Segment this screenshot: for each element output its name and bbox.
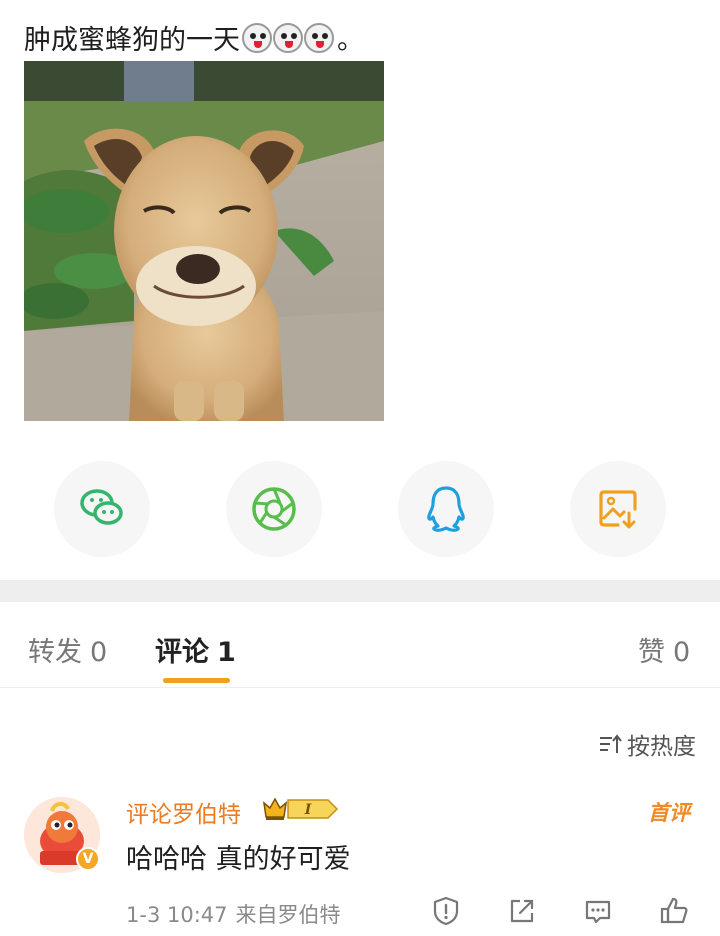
share-comment-icon[interactable] bbox=[506, 895, 538, 927]
moments-icon bbox=[252, 487, 296, 531]
save-image-icon bbox=[599, 490, 637, 529]
post-text: 肿成蜜蜂狗的一天 。 bbox=[24, 18, 364, 57]
comment-source: 来自罗伯特 bbox=[235, 903, 341, 927]
comment-meta: 1-3 10:47 来自罗伯特 bbox=[126, 899, 341, 929]
wechat-share-button[interactable] bbox=[54, 461, 150, 557]
sort-button[interactable]: 按热度 bbox=[599, 727, 696, 761]
tab-repost-count: 0 bbox=[90, 637, 108, 668]
emoji-row bbox=[242, 22, 335, 53]
save-image-button[interactable] bbox=[570, 461, 666, 557]
share-row bbox=[0, 461, 720, 557]
post-image[interactable] bbox=[24, 61, 384, 421]
report-icon[interactable] bbox=[430, 895, 462, 927]
comment-username[interactable]: 评论罗伯特 bbox=[126, 795, 241, 829]
tab-comment[interactable]: 评论 1 bbox=[155, 630, 236, 669]
comment-text: 哈哈哈 真的好可爱 bbox=[126, 844, 351, 875]
tab-comment-count: 1 bbox=[217, 637, 236, 668]
tab-like-label: 赞 bbox=[638, 637, 665, 668]
qq-icon bbox=[427, 486, 465, 532]
comment-item: V 评论罗伯特 I 首评 哈哈哈 真的好可爱 1-3 10:47 来自罗伯特 bbox=[0, 795, 720, 936]
tab-like-count: 0 bbox=[673, 637, 691, 668]
moments-share-button[interactable] bbox=[226, 461, 322, 557]
first-comment-tag: 首评 bbox=[648, 801, 690, 825]
comment-time: 1-3 10:47 bbox=[126, 903, 228, 927]
verified-badge: V bbox=[76, 847, 100, 871]
post-text-content: 肿成蜜蜂狗的一天 bbox=[24, 25, 240, 56]
tab-bar: 转发 0 评论 1 赞0 bbox=[0, 602, 720, 688]
doge-tongue-emoji-icon bbox=[242, 22, 272, 53]
tab-repost-label: 转发 bbox=[28, 637, 82, 668]
doge-tongue-emoji-icon bbox=[304, 22, 334, 53]
wechat-icon bbox=[80, 489, 123, 525]
puppy-photo bbox=[24, 61, 384, 421]
qq-share-button[interactable] bbox=[398, 461, 494, 557]
doge-tongue-emoji-icon bbox=[273, 22, 303, 53]
active-tab-indicator bbox=[163, 678, 230, 683]
tab-repost[interactable]: 转发 0 bbox=[28, 630, 107, 669]
like-icon[interactable] bbox=[658, 895, 690, 927]
tab-comment-label: 评论 bbox=[155, 637, 209, 668]
reply-icon[interactable] bbox=[582, 895, 614, 927]
sort-icon bbox=[600, 734, 622, 753]
sort-label: 按热度 bbox=[627, 734, 696, 760]
section-divider bbox=[0, 580, 720, 602]
member-level: I bbox=[304, 802, 312, 818]
member-level-badge: I bbox=[262, 797, 339, 820]
post-period: 。 bbox=[337, 25, 364, 56]
tab-like[interactable]: 赞0 bbox=[638, 630, 690, 669]
